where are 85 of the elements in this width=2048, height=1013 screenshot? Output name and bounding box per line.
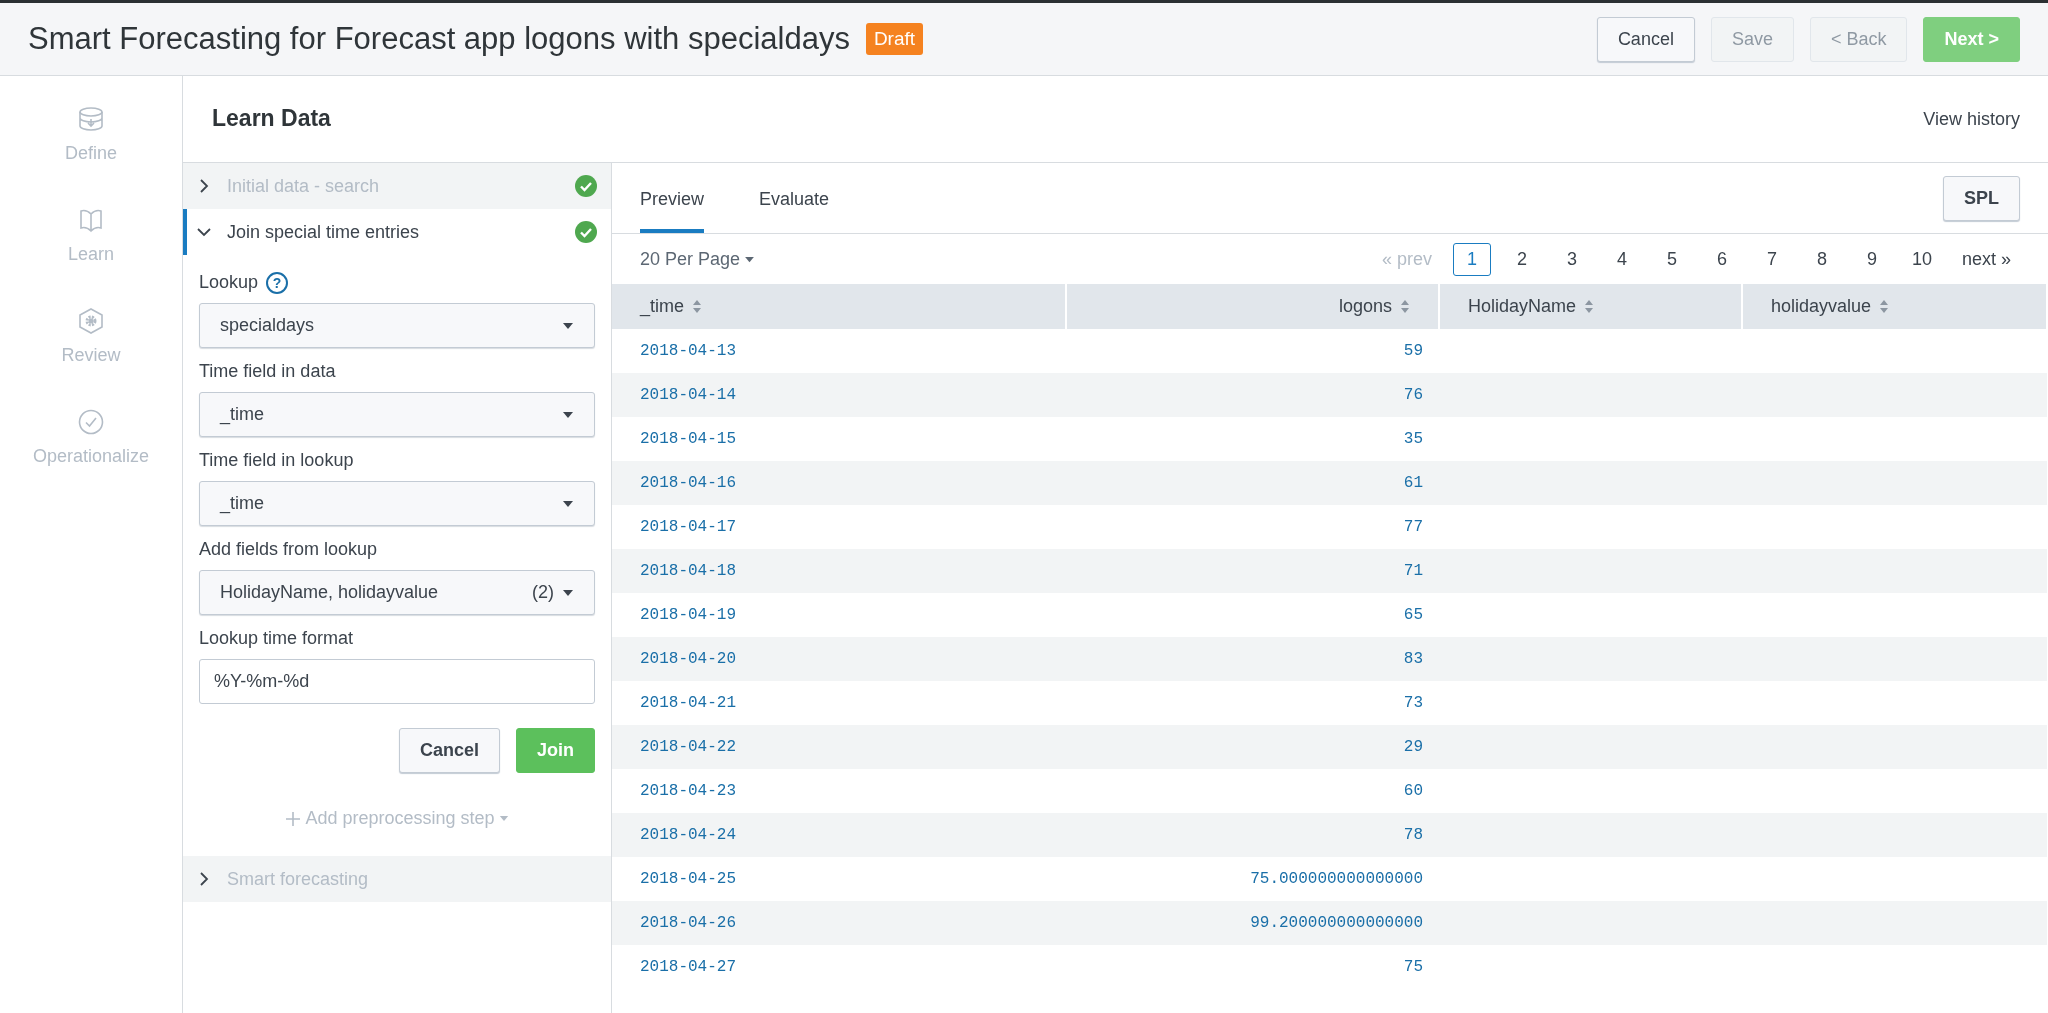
- step-header[interactable]: Join special time entries: [183, 209, 611, 255]
- table-cell: 2018-04-27: [612, 945, 1066, 989]
- caret-down-icon: [562, 321, 574, 330]
- page-link[interactable]: 4: [1602, 242, 1641, 276]
- caret-down-icon: [498, 815, 509, 822]
- sort-icon[interactable]: [1584, 299, 1595, 314]
- sort-icon[interactable]: [692, 299, 702, 314]
- caret-down-icon: [562, 499, 574, 508]
- page-link[interactable]: 8: [1802, 242, 1841, 276]
- table-cell: 78: [1066, 813, 1439, 857]
- caret-down-icon: [744, 255, 756, 263]
- table-cell: 2018-04-19: [612, 593, 1066, 637]
- table-cell: 2018-04-26: [612, 901, 1066, 945]
- gear-icon: [78, 308, 104, 334]
- page-link[interactable]: 5: [1652, 242, 1691, 276]
- table-cell: 2018-04-17: [612, 505, 1066, 549]
- view-history-link[interactable]: View history: [1923, 105, 2020, 133]
- page-link[interactable]: 2: [1502, 242, 1541, 276]
- next-page-link[interactable]: next »: [1952, 242, 2020, 276]
- tab[interactable]: Preview: [640, 164, 705, 233]
- text-input-field[interactable]: %Y-%m-%d: [199, 659, 595, 704]
- table-cell: 2018-04-25: [612, 857, 1066, 901]
- field-label: Lookup: [199, 271, 259, 294]
- sort-icon[interactable]: [1400, 299, 1410, 314]
- select-dropdown[interactable]: specialdays: [199, 303, 595, 348]
- header-button[interactable]: Cancel: [1596, 16, 1695, 62]
- table-cell: 35: [1066, 417, 1439, 461]
- column-header[interactable]: _time: [612, 284, 1066, 329]
- page-title: Smart Forecasting for Forecast app logons with specialdays: [28, 20, 850, 58]
- page-link[interactable]: 9: [1852, 242, 1891, 276]
- table-cell: 2018-04-20: [612, 637, 1066, 681]
- table-cell: 83: [1066, 637, 1439, 681]
- section-title: Learn Data: [212, 105, 331, 133]
- chevron-right-icon: [197, 872, 211, 886]
- help-button[interactable]: ?: [266, 271, 289, 294]
- field-label: Time field in data: [199, 360, 336, 383]
- table-cell: 2018-04-21: [612, 681, 1066, 725]
- table-cell: 99.200000000000000: [1066, 901, 1439, 945]
- table-cell: 75: [1066, 945, 1439, 989]
- plus-icon: [285, 810, 302, 827]
- table-cell: 77: [1066, 505, 1439, 549]
- table-cell: 2018-04-22: [612, 725, 1066, 769]
- table-cell: 73: [1066, 681, 1439, 725]
- field-label: Add fields from lookup: [199, 538, 378, 561]
- table-cell: 2018-04-23: [612, 769, 1066, 813]
- column-header[interactable]: HolidayName: [1439, 284, 1742, 329]
- chevron-right-icon: [197, 179, 211, 193]
- field-label: Time field in lookup: [199, 449, 354, 472]
- chevron-down-icon: [197, 225, 211, 239]
- page-link[interactable]: 1: [1452, 242, 1491, 276]
- table-cell: 71: [1066, 549, 1439, 593]
- table-cell: 2018-04-15: [612, 417, 1066, 461]
- check-circle-icon: [78, 409, 104, 435]
- page-link[interactable]: 10: [1902, 242, 1941, 276]
- table-cell: 75.000000000000000: [1066, 857, 1439, 901]
- page-link[interactable]: 3: [1552, 242, 1591, 276]
- page-link[interactable]: 6: [1702, 242, 1741, 276]
- spl-button[interactable]: SPL: [1943, 175, 2020, 221]
- table-cell: 2018-04-14: [612, 373, 1066, 417]
- page-link[interactable]: 7: [1752, 242, 1791, 276]
- select-dropdown[interactable]: _time: [199, 392, 595, 437]
- table-cell: 2018-04-18: [612, 549, 1066, 593]
- book-icon: [78, 207, 104, 233]
- table-cell: 2018-04-24: [612, 813, 1066, 857]
- caret-down-icon: [562, 410, 574, 419]
- draft-badge: Draft: [865, 22, 924, 56]
- table-cell: 2018-04-16: [612, 461, 1066, 505]
- select-dropdown[interactable]: _time: [199, 481, 595, 526]
- column-header[interactable]: logons: [1066, 284, 1439, 329]
- table-cell: 29: [1066, 725, 1439, 769]
- sort-icon[interactable]: [1879, 299, 1890, 314]
- database-icon: [78, 106, 104, 132]
- caret-down-icon: [562, 588, 574, 597]
- field-label: Lookup time format: [199, 627, 354, 650]
- cancel-button[interactable]: Cancel: [398, 728, 500, 773]
- multiselect-dropdown[interactable]: HolidayName, holidayvalue (2): [199, 570, 595, 615]
- tab[interactable]: Evaluate: [759, 164, 830, 233]
- table-cell: 76: [1066, 373, 1439, 417]
- table-cell: 60: [1066, 769, 1439, 813]
- table-cell: 61: [1066, 461, 1439, 505]
- column-header[interactable]: holidayvalue: [1742, 284, 2047, 329]
- per-page-dropdown[interactable]: 20 Per Page: [640, 245, 756, 273]
- table-cell: 59: [1066, 329, 1439, 373]
- table-cell: 2018-04-13: [612, 329, 1066, 373]
- table-cell: 65: [1066, 593, 1439, 637]
